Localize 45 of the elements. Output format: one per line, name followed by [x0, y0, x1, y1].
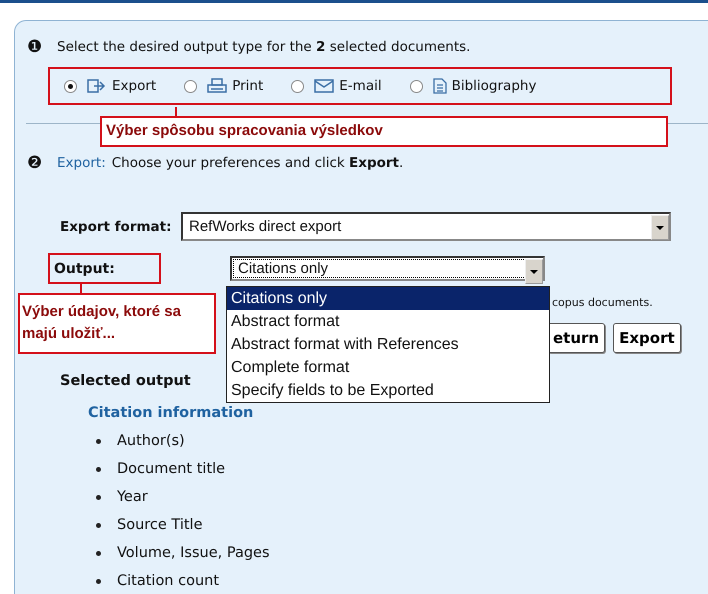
- export-icon: [87, 78, 107, 94]
- bullet-icon: [96, 466, 101, 472]
- radio-button[interactable]: [64, 80, 77, 92]
- annotation-note: Výber údajov, ktoré sa majú uložiť...: [18, 293, 216, 354]
- annotation-note: Výber spôsobu spracovania výsledkov: [100, 116, 668, 147]
- radio-button[interactable]: [291, 80, 304, 92]
- printer-icon: [207, 78, 228, 94]
- field-label: Output:: [48, 253, 161, 284]
- output-select[interactable]: Citations only: [230, 256, 545, 281]
- field-item: Author(s): [117, 433, 185, 449]
- return-button[interactable]: eturn: [547, 323, 606, 353]
- radio-label[interactable]: Bibliography: [452, 78, 536, 94]
- radio-label[interactable]: Print: [232, 78, 264, 94]
- bullet-icon: [96, 578, 101, 584]
- radio-label[interactable]: E-mail: [339, 78, 382, 94]
- radio-label[interactable]: Export: [112, 78, 156, 94]
- radio-button[interactable]: [184, 80, 198, 92]
- field-item: Year: [117, 489, 148, 505]
- dropdown-option[interactable]: Abstract format with References: [227, 333, 549, 356]
- dropdown-option[interactable]: Citations only: [227, 287, 549, 310]
- field-item: Volume, Issue, Pages: [117, 545, 270, 561]
- radio-button[interactable]: [410, 80, 423, 92]
- export-button[interactable]: Export: [613, 323, 681, 353]
- field-item: Source Title: [117, 517, 202, 533]
- step-number: ❶: [27, 37, 44, 57]
- field-item: Citation count: [117, 573, 220, 589]
- document-icon: [432, 78, 447, 94]
- bullet-icon: [96, 522, 101, 528]
- export-format-select[interactable]: RefWorks direct export: [181, 212, 671, 241]
- dropdown-option[interactable]: Complete format: [227, 356, 549, 379]
- subsection-heading: Citation information: [88, 404, 254, 423]
- bullet-icon: [96, 550, 101, 556]
- bullet-icon: [96, 438, 101, 444]
- instruction-text: Choose your preferences and click Export.: [112, 155, 404, 171]
- section-heading: Selected output: [60, 372, 191, 391]
- field-label: Export format:: [59, 218, 173, 234]
- bullet-icon: [96, 494, 101, 500]
- instruction-text: Select the desired output type for the 2 selected documents.: [57, 39, 470, 55]
- field-item: Document title: [117, 461, 226, 477]
- envelope-icon: [314, 78, 334, 94]
- dropdown-option[interactable]: Specify fields to be Exported: [227, 379, 549, 402]
- step-title: Export:: [57, 155, 106, 171]
- dropdown-option[interactable]: Abstract format: [227, 310, 549, 333]
- step-number: ❷: [27, 153, 44, 173]
- note-text: copus documents.: [552, 296, 654, 311]
